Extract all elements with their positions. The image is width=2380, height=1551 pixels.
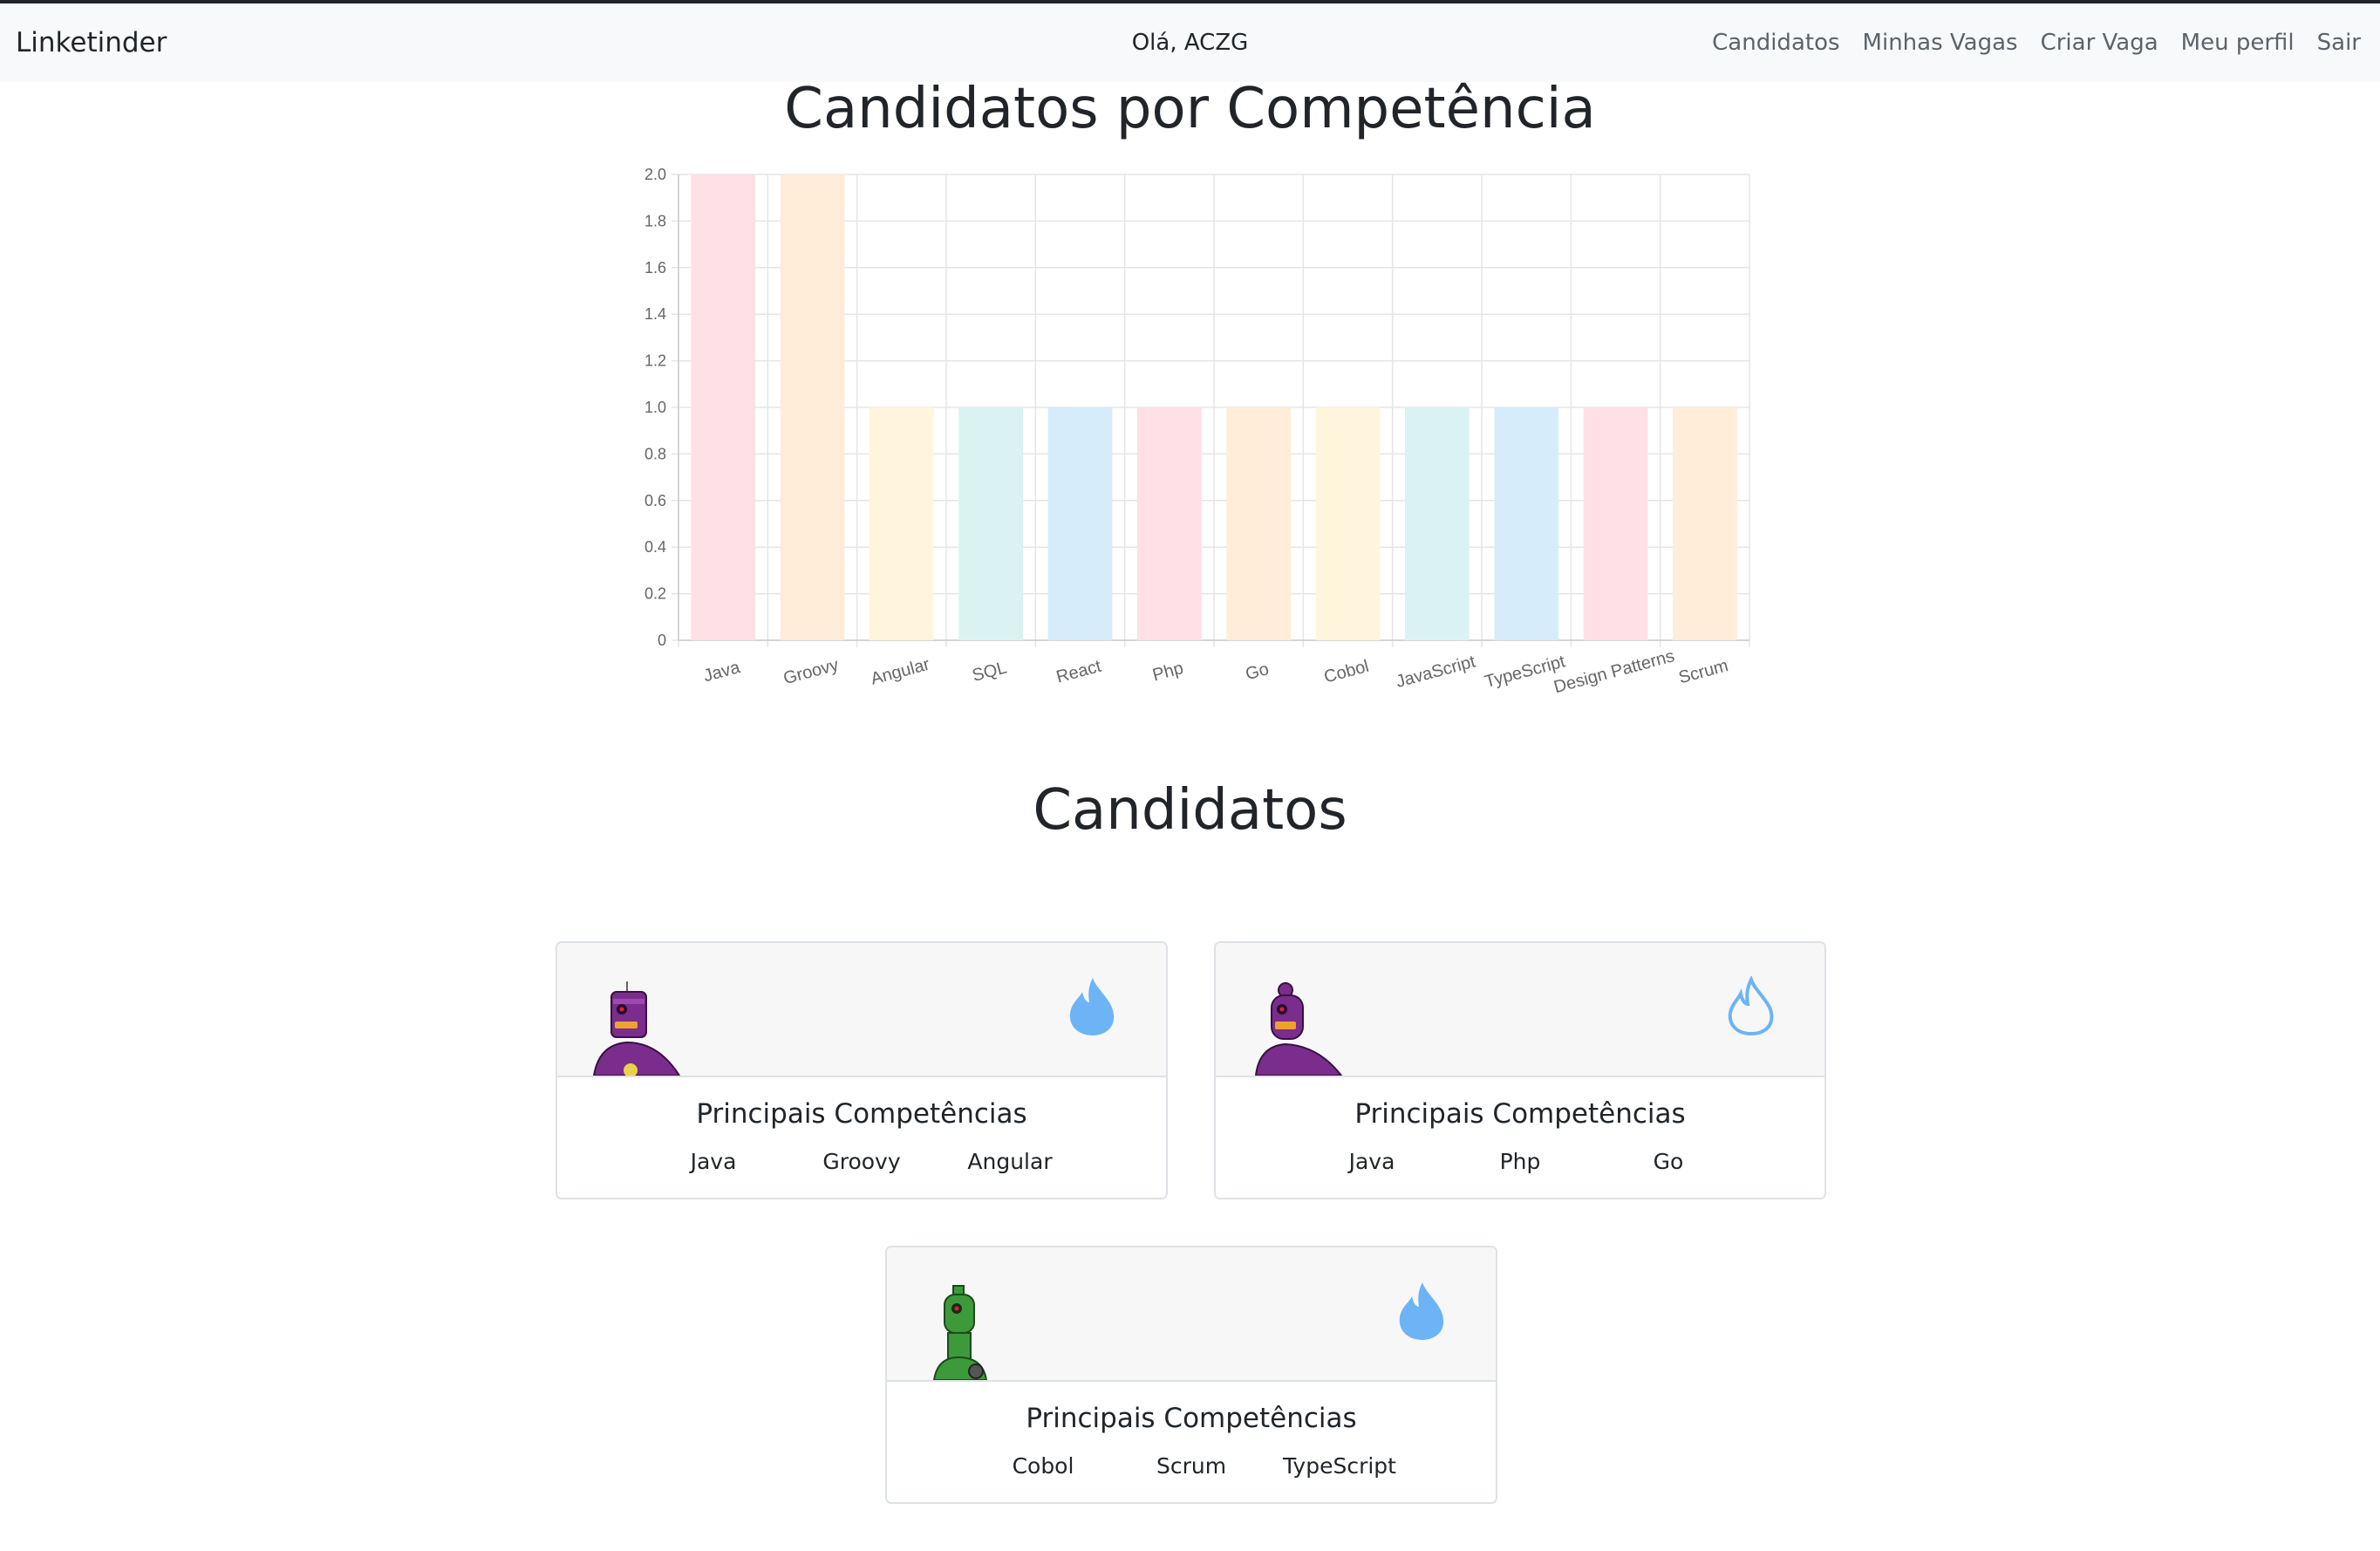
bar-cobol <box>1315 407 1381 640</box>
skills-list: Java Groovy Angular <box>557 1149 1166 1174</box>
skill-item: Angular <box>967 1149 1053 1174</box>
bar-sql <box>958 407 1024 640</box>
x-tick-label: Cobol <box>1322 657 1371 687</box>
skill-item: Java <box>690 1149 737 1174</box>
navbar: Linketinder Olá, ACZG Candidatos Minhas … <box>0 3 2380 82</box>
y-tick-label: 1.4 <box>644 305 666 323</box>
bar-java <box>691 174 756 640</box>
skill-item: TypeScript <box>1283 1453 1396 1479</box>
brand-link[interactable]: Linketinder <box>16 27 167 58</box>
candidate-card: Principais Competências Java Php Go <box>1214 941 1826 1199</box>
skill-item: Java <box>1348 1149 1395 1174</box>
purple-robot-icon <box>592 981 681 1076</box>
like-flame-icon[interactable] <box>1067 976 1119 1037</box>
competency-bar-chart: 0 0.2 0.4 0.6 0.8 1.0 1.2 1.4 1.6 1.8 2.0 Java Groov… <box>644 166 1750 697</box>
y-tick-label: 1.8 <box>644 212 666 229</box>
y-tick-label: 2.0 <box>644 166 666 183</box>
bar-php <box>1136 407 1202 640</box>
y-tick-label: 1.0 <box>644 399 666 416</box>
nav-link-meu-perfil[interactable]: Meu perfil <box>2181 30 2295 56</box>
x-tick-label: Php <box>1150 659 1185 685</box>
x-tick-label: Angular <box>869 655 932 689</box>
bar-go <box>1226 407 1292 640</box>
skill-item: Php <box>1499 1149 1541 1174</box>
y-tick-label: 1.6 <box>644 259 666 277</box>
bar-design-patterns <box>1583 407 1648 640</box>
nav-link-sair[interactable]: Sair <box>2317 30 2361 56</box>
x-tick-label: Design Patterns <box>1551 646 1676 697</box>
x-tick-label: JavaScript <box>1394 652 1477 692</box>
like-flame-outline-icon[interactable] <box>1725 976 1777 1037</box>
x-tick-label: SQL <box>970 658 1008 686</box>
nav-link-minhas-vagas[interactable]: Minhas Vagas <box>1863 30 2018 56</box>
nav-link-criar-vaga[interactable]: Criar Vaga <box>2041 30 2158 56</box>
purple-robot-icon <box>1254 982 1343 1076</box>
nav-links: Candidatos Minhas Vagas Criar Vaga Meu p… <box>1712 30 2361 56</box>
nav-link-candidatos[interactable]: Candidatos <box>1712 30 1839 56</box>
x-tick-label: Java <box>701 658 742 686</box>
bar-react <box>1047 407 1113 640</box>
y-tick-label: 1.2 <box>644 352 666 370</box>
bar-groovy <box>780 174 845 640</box>
skills-list: Cobol Scrum TypeScript <box>887 1453 1496 1479</box>
y-tick-label: 0.2 <box>644 585 666 603</box>
x-tick-label: Groovy <box>781 655 841 688</box>
greeting-text: Olá, ACZG <box>1131 30 1249 56</box>
y-tick-label: 0.6 <box>644 492 666 509</box>
card-title: Principais Competências <box>1026 1403 1357 1434</box>
y-tick-label: 0.4 <box>644 538 666 556</box>
card-title: Principais Competências <box>696 1098 1027 1130</box>
bar-typescript <box>1494 407 1559 640</box>
x-tick-label: Go <box>1244 659 1271 684</box>
skill-item: Groovy <box>822 1149 901 1174</box>
section-title: Candidatos <box>1033 778 1347 843</box>
card-header <box>1216 943 1824 1077</box>
skill-item: Go <box>1653 1149 1684 1174</box>
skill-item: Cobol <box>1012 1453 1074 1479</box>
candidate-card: Principais Competências Cobol Scrum Type… <box>885 1246 1497 1504</box>
like-flame-icon[interactable] <box>1396 1281 1449 1342</box>
bar-scrum <box>1672 407 1737 640</box>
bar-javascript <box>1404 407 1470 640</box>
card-header <box>557 943 1166 1077</box>
bar-angular <box>869 407 934 640</box>
card-header <box>887 1247 1496 1382</box>
x-tick-label: Scrum <box>1677 656 1731 687</box>
candidate-card: Principais Competências Java Groovy Angu… <box>556 941 1168 1199</box>
y-tick-label: 0 <box>658 632 666 649</box>
y-tick-label: 0.8 <box>644 445 666 462</box>
chart-title: Candidatos por Competência <box>784 77 1596 141</box>
green-robot-icon <box>932 1285 988 1380</box>
x-tick-label: React <box>1054 657 1104 687</box>
skill-item: Scrum <box>1156 1453 1227 1479</box>
skills-list: Java Php Go <box>1216 1149 1824 1174</box>
card-title: Principais Competências <box>1354 1098 1686 1130</box>
